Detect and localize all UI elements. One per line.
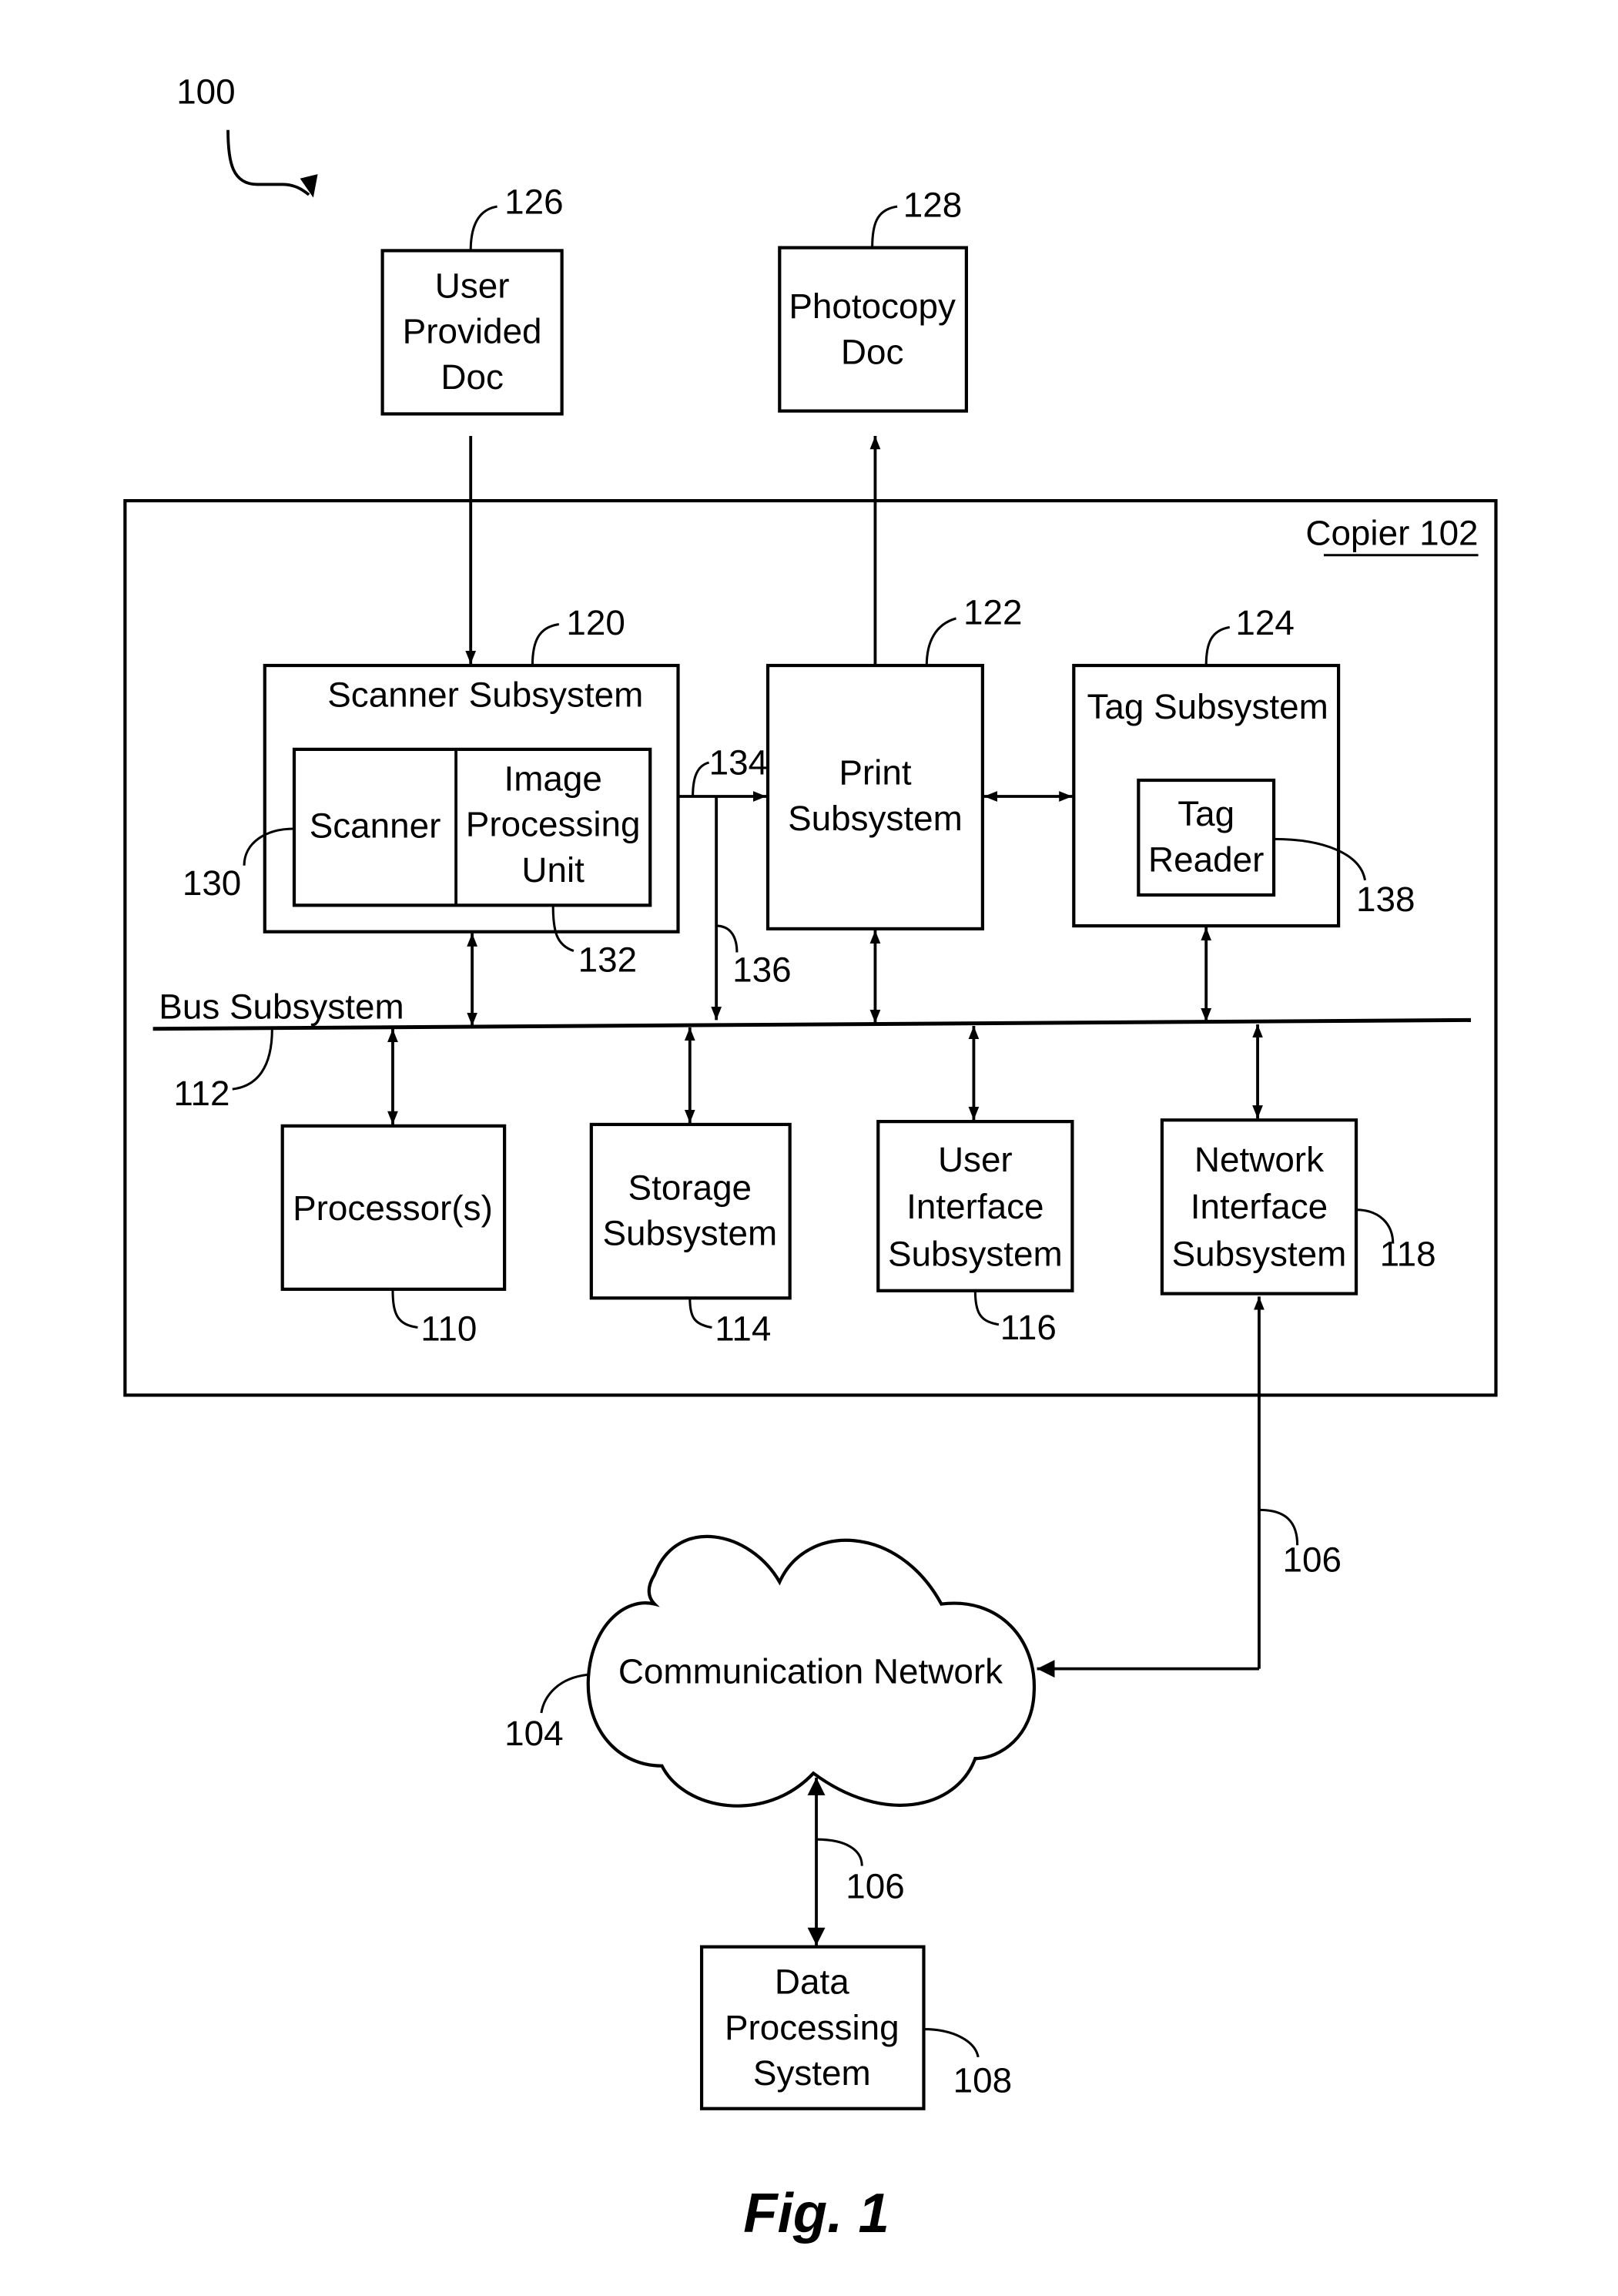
ref-132: 132	[578, 940, 637, 979]
tag-subsystem-block: Tag Subsystem 124 Tag Reader 138	[1072, 603, 1415, 928]
ref-122: 122	[963, 593, 1022, 632]
ref-134-leader	[692, 761, 710, 797]
system-reference-number: 100	[176, 72, 235, 111]
ref-134: 134	[709, 742, 768, 782]
ref-118: 118	[1380, 1234, 1436, 1273]
ref-124: 124	[1235, 603, 1294, 642]
copier-system-diagram: 100 User Provided Doc 126 Photocopy Doc …	[123, 72, 1498, 2244]
ref-106-lower-leader	[816, 1838, 863, 1866]
ref-128-leader	[871, 205, 898, 248]
ref-128: 128	[903, 185, 962, 224]
data-processing-system-label-line2: Processing	[725, 2008, 899, 2047]
ref-116: 116	[1000, 1308, 1057, 1347]
ref-112: 112	[173, 1074, 229, 1113]
ipu-label-line3: Unit	[521, 850, 585, 890]
storage-subsystem-box	[589, 1122, 792, 1300]
bus-subsystem-label: Bus Subsystem	[159, 987, 404, 1026]
user-interface-subsystem-label-line3: Subsystem	[888, 1234, 1063, 1273]
data-processing-system-label-line3: System	[753, 2053, 871, 2093]
scanner-subsystem-block: Scanner Subsystem 120 Scanner Image Proc…	[183, 603, 680, 979]
print-subsystem-box	[765, 663, 984, 931]
user-provided-doc-label-line3: Doc	[441, 357, 504, 397]
photocopy-doc-label-line2: Doc	[841, 332, 904, 371]
print-subsystem-label-line1: Print	[839, 753, 911, 793]
processor-block: Processor(s) 110	[280, 1124, 507, 1349]
network-interface-subsystem-block: Network Interface Subsystem 118	[1160, 1118, 1436, 1295]
communication-network-label: Communication Network	[618, 1652, 1003, 1691]
data-processing-system-block: Data Processing System 108	[699, 1945, 1012, 2110]
ref-114: 114	[715, 1309, 771, 1349]
user-interface-subsystem-label-line1: User	[938, 1140, 1013, 1179]
user-interface-subsystem-label-line2: Interface	[906, 1187, 1043, 1226]
ref-104: 104	[504, 1714, 563, 1753]
ref-126-leader	[469, 205, 497, 251]
storage-subsystem-label-line1: Storage	[628, 1168, 752, 1207]
ref-120-leader	[531, 623, 560, 666]
scanner-subsystem-label: Scanner Subsystem	[327, 675, 643, 715]
ref-112-leader	[232, 1028, 273, 1091]
ref-110-leader	[391, 1289, 418, 1329]
network-interface-subsystem-label-line1: Network	[1194, 1140, 1324, 1179]
processor-label: Processor(s)	[293, 1188, 493, 1228]
tag-reader-label-line2: Reader	[1148, 840, 1264, 879]
ref-126: 126	[504, 183, 563, 222]
ref-136-leader	[716, 924, 739, 953]
figure-caption: Fig. 1	[743, 2182, 889, 2244]
tag-reader-label-line1: Tag	[1177, 794, 1234, 833]
photocopy-doc-box	[778, 246, 968, 413]
ref-104-leader	[540, 1673, 589, 1714]
ref-122-leader	[925, 617, 956, 666]
network-interface-subsystem-label-line3: Subsystem	[1172, 1234, 1347, 1273]
copier-label: Copier 102	[1305, 513, 1478, 552]
communication-network-cloud: Communication Network 104	[504, 1534, 1036, 1808]
photocopy-doc-block: Photocopy Doc 128	[778, 185, 968, 413]
ref-108: 108	[953, 2061, 1012, 2100]
user-provided-doc-label-line1: User	[435, 266, 510, 306]
storage-subsystem-label-line2: Subsystem	[602, 1214, 777, 1253]
storage-subsystem-block: Storage Subsystem 114	[589, 1122, 792, 1349]
ipu-label-line1: Image	[504, 759, 601, 798]
ref-110: 110	[420, 1309, 477, 1349]
user-provided-doc-label-line2: Provided	[403, 312, 542, 351]
photocopy-doc-label-line1: Photocopy	[789, 287, 956, 326]
ref-106-lower: 106	[846, 1867, 904, 1906]
user-interface-subsystem-block: User Interface Subsystem 116	[876, 1120, 1074, 1347]
tag-subsystem-label: Tag Subsystem	[1087, 687, 1328, 726]
ref-108-leader	[923, 2028, 980, 2058]
user-provided-doc-block: User Provided Doc 126	[380, 183, 564, 416]
ref-124-leader	[1204, 625, 1231, 666]
ref-120: 120	[566, 603, 625, 642]
ref-116-leader	[973, 1290, 1000, 1326]
ref-114-leader	[688, 1298, 712, 1329]
ref-130: 130	[183, 863, 241, 903]
network-interface-subsystem-label-line2: Interface	[1191, 1187, 1328, 1226]
data-processing-system-label-line1: Data	[775, 1962, 849, 2002]
print-subsystem-label-line2: Subsystem	[788, 799, 963, 838]
print-subsystem-block: Print Subsystem 122	[765, 593, 1023, 931]
ipu-label-line2: Processing	[466, 805, 641, 844]
system-pointer-arrow	[226, 129, 310, 196]
scanner-label: Scanner	[310, 806, 441, 845]
ref-138: 138	[1356, 880, 1415, 919]
ref-106-upper: 106	[1283, 1540, 1342, 1580]
ref-136: 136	[732, 950, 791, 990]
